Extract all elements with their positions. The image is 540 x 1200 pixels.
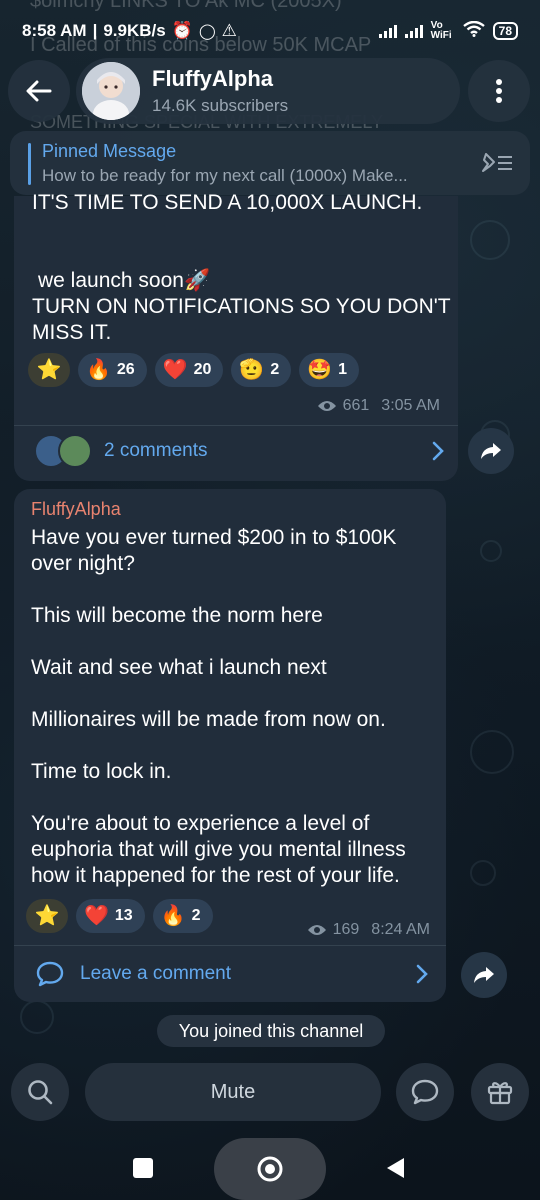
leave-comment-label: Leave a comment	[80, 963, 232, 984]
gift-button[interactable]	[471, 1063, 529, 1121]
back-triangle-icon[interactable]	[384, 1156, 406, 1180]
vowifi-label: Vo WiFi	[430, 20, 452, 41]
alarm-icon: ⏰	[171, 21, 193, 40]
signal-icon-2	[404, 24, 423, 38]
message-2-text: Have you ever turned $200 in to $100K ov…	[31, 526, 406, 887]
share-button-2[interactable]	[461, 952, 507, 998]
battery-icon: 78	[492, 22, 518, 40]
reaction-star-struck[interactable]: 🤩 1	[299, 353, 360, 387]
message-2-views: 169	[332, 921, 360, 938]
reaction-heart[interactable]: ❤️ 13	[76, 899, 145, 933]
commenter-avatars	[34, 434, 96, 468]
channel-avatar[interactable]	[82, 62, 140, 120]
reaction-fire[interactable]: 🔥 26	[78, 353, 147, 387]
divider	[14, 425, 458, 426]
subscriber-count: 14.6K subscribers	[152, 96, 289, 115]
discussion-button[interactable]	[396, 1063, 454, 1121]
message-1-text-top: IT'S TIME TO SEND A 10,000X LAUNCH.	[32, 191, 423, 214]
message-1-reactions: ⭐ 🔥 26 ❤️ 20 🫡 2 🤩 1	[28, 353, 360, 387]
share-button-1[interactable]	[468, 428, 514, 474]
message-1-views: 661	[342, 397, 370, 414]
share-arrow-icon	[474, 967, 494, 983]
message-2-sender: FluffyAlpha	[31, 499, 121, 519]
message-2-time: 8:24 AM	[371, 921, 430, 938]
message-1-text-launch: we launch soon🚀	[38, 269, 211, 292]
reaction-star[interactable]: ⭐	[26, 899, 68, 933]
message-2-reactions: ⭐ ❤️ 13 🔥 2	[26, 899, 213, 933]
search-icon	[28, 1080, 53, 1105]
more-vertical-icon	[496, 79, 502, 103]
share-arrow-icon	[481, 443, 501, 459]
message-2-meta: 169 8:24 AM	[307, 921, 430, 939]
back-button[interactable]	[8, 60, 70, 122]
eye-icon	[317, 401, 336, 411]
divider	[14, 945, 446, 946]
message-1-meta: 661 3:05 AM	[317, 397, 440, 415]
status-time: 8:58 AM	[22, 21, 87, 40]
wifi-icon	[462, 20, 485, 42]
message-bubble-2: FluffyAlpha Have you ever turned $200 in…	[14, 489, 446, 1002]
pinned-message-bar[interactable]: Pinned Message How to be ready for my ne…	[10, 131, 530, 195]
chevron-right-icon	[432, 441, 444, 461]
status-bar: 8:58 AM | 9.9KB/s ⏰ ◯ ⚠ Vo WiFi 78	[0, 0, 540, 62]
channel-header[interactable]: FluffyAlpha 14.6K subscribers	[76, 58, 460, 124]
home-button[interactable]	[214, 1138, 326, 1200]
pinned-indicator	[28, 143, 31, 185]
channel-name: FluffyAlpha	[152, 66, 273, 91]
comments-link[interactable]: 2 comments	[34, 432, 444, 470]
search-button[interactable]	[11, 1063, 69, 1121]
reaction-heart[interactable]: ❤️ 20	[154, 353, 224, 387]
message-1-text-notify: TURN ON NOTIFICATIONS SO YOU DON'T MISS …	[32, 295, 451, 344]
rocket-emoji: 🚀	[183, 269, 211, 292]
chat-bubble-icon	[411, 1079, 439, 1105]
arrow-left-icon	[26, 80, 52, 102]
home-circle-icon	[257, 1156, 283, 1182]
warning-icon: ⚠	[221, 21, 237, 40]
net-speed: 9.9KB/s	[103, 21, 166, 40]
eye-icon	[307, 925, 326, 935]
system-nav-bar	[0, 1130, 540, 1200]
message-bubble-1: IT'S TIME TO SEND A 10,000X LAUNCH. we l…	[14, 191, 458, 481]
pinned-title: Pinned Message	[42, 141, 177, 161]
recents-button[interactable]	[133, 1158, 153, 1178]
mute-button[interactable]: Mute	[85, 1063, 381, 1121]
chevron-right-icon	[416, 964, 428, 984]
gift-icon	[487, 1082, 513, 1105]
reaction-fire[interactable]: 🔥 2	[152, 899, 213, 933]
more-menu-button[interactable]	[468, 60, 530, 122]
leave-comment-link[interactable]: Leave a comment	[36, 957, 428, 991]
whatsapp-icon: ◯	[198, 23, 216, 40]
signal-icon	[378, 24, 397, 38]
message-1-time: 3:05 AM	[381, 397, 440, 414]
reaction-star[interactable]: ⭐	[28, 353, 70, 387]
pin-list-icon[interactable]	[480, 151, 514, 175]
reaction-salute[interactable]: 🫡 2	[231, 353, 292, 387]
joined-service-message: You joined this channel	[157, 1015, 385, 1047]
comment-bubble-icon	[36, 961, 64, 987]
comments-count: 2 comments	[104, 440, 208, 461]
pinned-text: How to be ready for my next call (1000x)…	[42, 166, 408, 185]
